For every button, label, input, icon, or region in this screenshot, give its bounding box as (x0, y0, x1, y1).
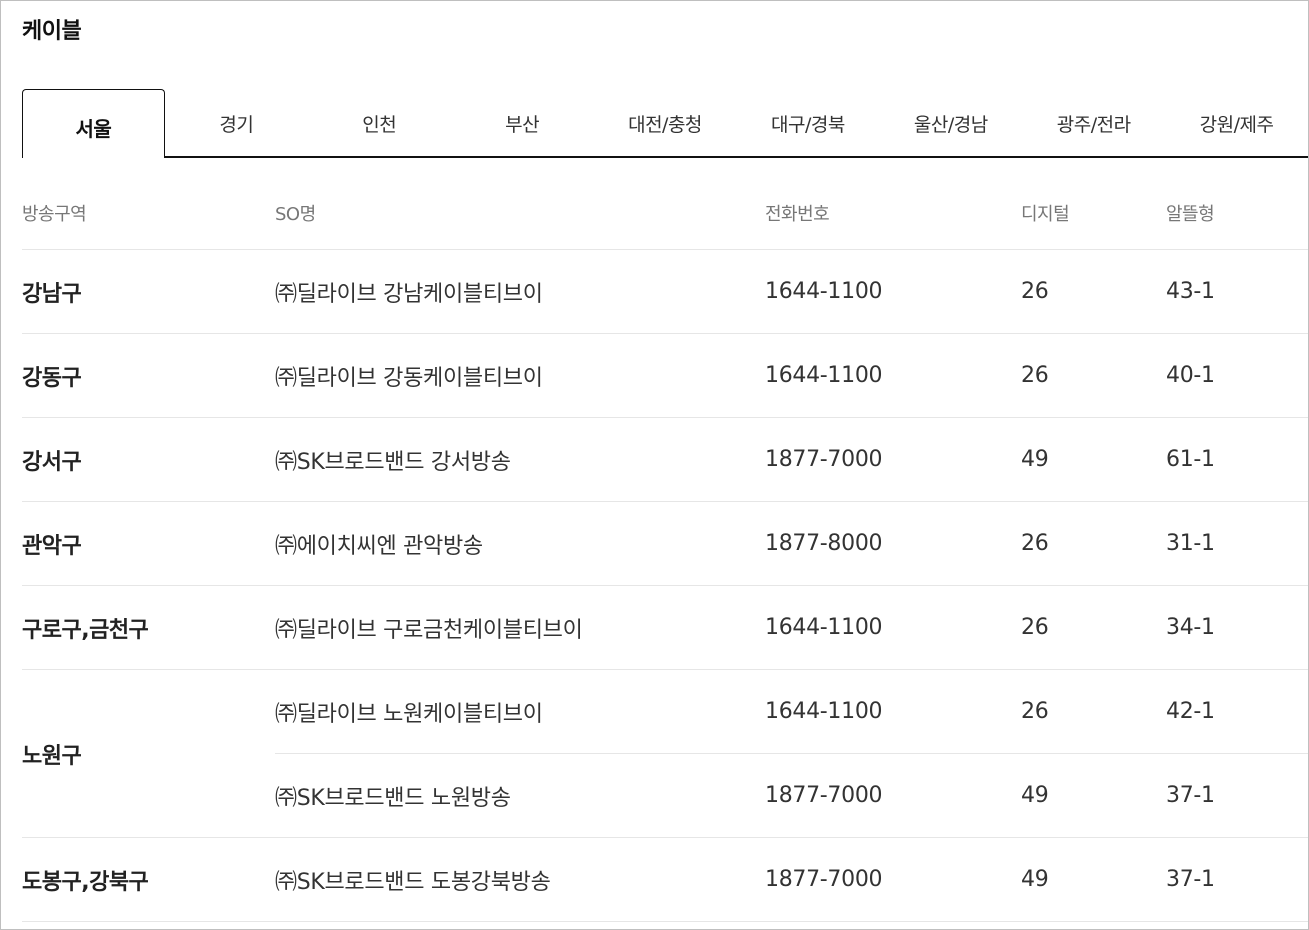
so-row: ㈜딜라이브 노원케이블티브이 1644-1100 26 42-1 (275, 670, 1308, 753)
tab-gwangju-jeolla[interactable]: 광주/전라 (1022, 89, 1165, 156)
table-header: 방송구역 SO명 전화번호 디지털 알뜰형 (22, 172, 1308, 250)
digital-channel: 49 (1021, 867, 1049, 892)
so-name: ㈜딜라이브 노원케이블티브이 (275, 701, 543, 727)
so-row: ㈜SK브로드밴드 강서방송 1877-7000 49 61-1 (275, 418, 1308, 501)
area-name: 강서구 (22, 449, 82, 475)
header-so: SO명 (275, 204, 316, 225)
table-row: 강남구 ㈜딜라이브 강남케이블티브이 1644-1100 26 43-1 (22, 250, 1308, 334)
phone-number: 1644-1100 (765, 279, 883, 304)
so-row: ㈜딜라이브 강동케이블티브이 1644-1100 26 40-1 (275, 334, 1308, 417)
digital-channel: 49 (1021, 783, 1049, 808)
cable-panel: 케이블 서울 경기 인천 부산 대전/충청 대구/경북 울산/경남 광주/전라 … (0, 0, 1309, 930)
header-area: 방송구역 (22, 204, 87, 225)
table-row: 강서구 ㈜SK브로드밴드 강서방송 1877-7000 49 61-1 (22, 418, 1308, 502)
digital-channel: 49 (1021, 447, 1049, 472)
so-row: ㈜딜라이브 구로금천케이블티브이 1644-1100 26 34-1 (275, 586, 1308, 669)
so-row: ㈜SK브로드밴드 노원방송 1877-7000 49 37-1 (275, 753, 1308, 837)
phone-number: 1877-7000 (765, 783, 883, 808)
digital-channel: 26 (1021, 531, 1049, 556)
area-name: 구로구,금천구 (22, 617, 149, 643)
phone-number: 1644-1100 (765, 699, 883, 724)
header-digital: 디지털 (1021, 204, 1070, 225)
so-name: ㈜딜라이브 강남케이블티브이 (275, 281, 543, 307)
so-row: ㈜SK브로드밴드 도봉강북방송 1877-7000 49 37-1 (275, 838, 1308, 921)
tab-daegu-gyeongbuk[interactable]: 대구/경북 (736, 89, 879, 156)
header-budget: 알뜰형 (1166, 204, 1215, 225)
phone-number: 1644-1100 (765, 615, 883, 640)
so-name: ㈜SK브로드밴드 강서방송 (275, 449, 511, 475)
phone-number: 1877-7000 (765, 867, 883, 892)
area-name: 노원구 (22, 743, 82, 769)
table-row: 관악구 ㈜에이치씨엔 관악방송 1877-8000 26 31-1 (22, 502, 1308, 586)
so-name: ㈜에이치씨엔 관악방송 (275, 533, 483, 559)
budget-channel: 42-1 (1166, 699, 1215, 724)
cable-table: 방송구역 SO명 전화번호 디지털 알뜰형 강남구 ㈜딜라이브 강남케이블티브이… (22, 172, 1308, 922)
budget-channel: 31-1 (1166, 531, 1215, 556)
tab-gangwon-jeju[interactable]: 강원/제주 (1165, 89, 1308, 156)
digital-channel: 26 (1021, 279, 1049, 304)
table-row: 구로구,금천구 ㈜딜라이브 구로금천케이블티브이 1644-1100 26 34… (22, 586, 1308, 670)
tab-gyeonggi[interactable]: 경기 (165, 89, 308, 156)
budget-channel: 34-1 (1166, 615, 1215, 640)
so-name: ㈜딜라이브 강동케이블티브이 (275, 365, 543, 391)
budget-channel: 37-1 (1166, 867, 1215, 892)
so-name: ㈜SK브로드밴드 노원방송 (275, 785, 511, 811)
region-tabs: 서울 경기 인천 부산 대전/충청 대구/경북 울산/경남 광주/전라 강원/제… (22, 89, 1308, 158)
budget-channel: 40-1 (1166, 363, 1215, 388)
so-row: ㈜딜라이브 강남케이블티브이 1644-1100 26 43-1 (275, 250, 1308, 333)
area-name: 관악구 (22, 533, 82, 559)
budget-channel: 61-1 (1166, 447, 1215, 472)
tab-busan[interactable]: 부산 (451, 89, 594, 156)
digital-channel: 26 (1021, 363, 1049, 388)
area-name: 강동구 (22, 365, 82, 391)
so-name: ㈜딜라이브 구로금천케이블티브이 (275, 617, 583, 643)
phone-number: 1877-8000 (765, 531, 883, 556)
table-row: 강동구 ㈜딜라이브 강동케이블티브이 1644-1100 26 40-1 (22, 334, 1308, 418)
digital-channel: 26 (1021, 699, 1049, 724)
header-phone: 전화번호 (765, 204, 830, 225)
table-row: 노원구 ㈜딜라이브 노원케이블티브이 1644-1100 26 42-1 ㈜SK… (22, 670, 1308, 838)
budget-channel: 43-1 (1166, 279, 1215, 304)
phone-number: 1877-7000 (765, 447, 883, 472)
tab-seoul[interactable]: 서울 (22, 89, 165, 158)
so-name: ㈜SK브로드밴드 도봉강북방송 (275, 869, 551, 895)
area-name: 도봉구,강북구 (22, 869, 149, 895)
tab-incheon[interactable]: 인천 (308, 89, 451, 156)
area-name: 강남구 (22, 281, 82, 307)
so-row: ㈜에이치씨엔 관악방송 1877-8000 26 31-1 (275, 502, 1308, 585)
table-row: 도봉구,강북구 ㈜SK브로드밴드 도봉강북방송 1877-7000 49 37-… (22, 838, 1308, 922)
tab-ulsan-gyeongnam[interactable]: 울산/경남 (879, 89, 1022, 156)
budget-channel: 37-1 (1166, 783, 1215, 808)
digital-channel: 26 (1021, 615, 1049, 640)
page-title: 케이블 (22, 19, 82, 44)
tab-daejeon-chungcheong[interactable]: 대전/충청 (594, 89, 737, 156)
phone-number: 1644-1100 (765, 363, 883, 388)
